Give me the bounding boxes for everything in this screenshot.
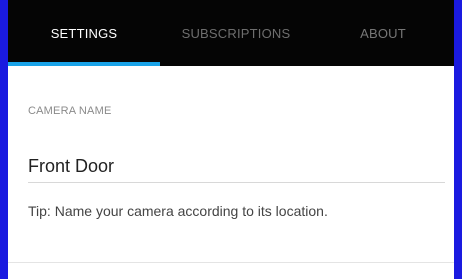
tab-about-label: ABOUT bbox=[360, 25, 406, 41]
camera-name-input[interactable] bbox=[28, 150, 445, 183]
camera-name-tip: Tip: Name your camera according to its l… bbox=[28, 203, 328, 219]
camera-name-label: CAMERA NAME bbox=[28, 105, 112, 117]
tab-settings[interactable]: SETTINGS bbox=[8, 0, 160, 66]
tab-subscriptions[interactable]: SUBSCRIPTIONS bbox=[160, 0, 312, 66]
tab-about[interactable]: ABOUT bbox=[312, 0, 454, 66]
tab-settings-label: SETTINGS bbox=[50, 25, 118, 41]
tab-bar: SETTINGS SUBSCRIPTIONS ABOUT bbox=[8, 0, 454, 66]
tab-subscriptions-label: SUBSCRIPTIONS bbox=[181, 25, 291, 41]
active-tab-indicator bbox=[8, 62, 160, 66]
settings-panel: SETTINGS SUBSCRIPTIONS ABOUT CAMERA NAME… bbox=[8, 0, 454, 279]
section-divider bbox=[8, 262, 454, 263]
